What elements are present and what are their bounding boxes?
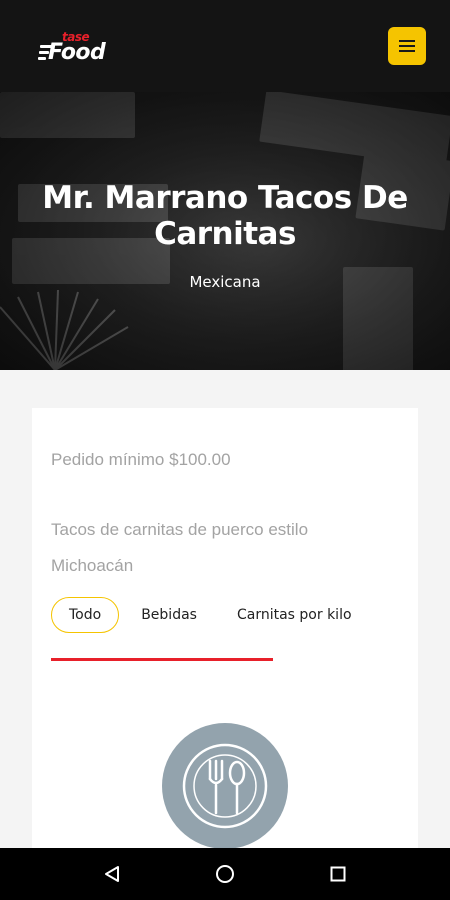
back-triangle-icon xyxy=(105,866,119,882)
recents-button[interactable] xyxy=(324,860,352,888)
system-navigation-bar xyxy=(0,848,450,900)
minimum-order-text: Pedido mínimo $100.00 xyxy=(51,450,231,469)
restaurant-hero: Mr. Marrano Tacos De Carnitas Mexicana xyxy=(0,92,450,370)
menu-category-tabs: Todo Bebidas Carnitas por kilo xyxy=(51,597,374,633)
app-logo[interactable]: tase Food xyxy=(38,30,116,68)
tab-carnitas-por-kilo[interactable]: Carnitas por kilo xyxy=(219,597,370,633)
menu-placeholder xyxy=(162,723,288,849)
home-circle-icon xyxy=(216,865,234,883)
app-header: tase Food xyxy=(0,0,450,92)
hamburger-menu-icon xyxy=(399,39,415,53)
restaurant-info-card: Pedido mínimo $100.00 Tacos de carnitas … xyxy=(32,408,418,868)
tab-bebidas[interactable]: Bebidas xyxy=(123,597,215,633)
home-button[interactable] xyxy=(211,860,239,888)
tabs-red-underline xyxy=(51,658,273,661)
logo-big-text: Food xyxy=(48,40,106,65)
back-button[interactable] xyxy=(98,860,126,888)
recents-square-icon xyxy=(330,866,346,882)
restaurant-cuisine: Mexicana xyxy=(189,273,261,291)
restaurant-description: Tacos de carnitas de puerco estilo Micho… xyxy=(51,520,309,575)
plate-fork-spoon-icon xyxy=(182,743,268,829)
restaurant-name: Mr. Marrano Tacos De Carnitas xyxy=(42,180,408,252)
menu-button[interactable] xyxy=(388,27,426,65)
tab-todo[interactable]: Todo xyxy=(51,597,120,633)
